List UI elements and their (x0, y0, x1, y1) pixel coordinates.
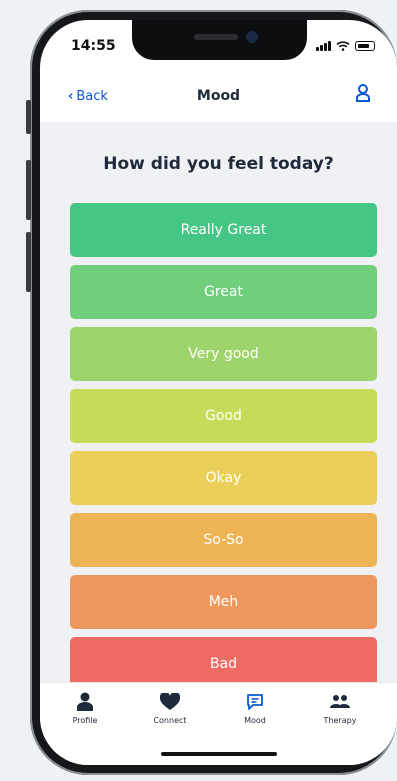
mute-switch (26, 100, 31, 134)
group-icon (330, 695, 350, 708)
mood-label: Great (204, 284, 243, 300)
mood-label: So-So (203, 532, 244, 548)
volume-down-button (26, 232, 31, 292)
mood-content: How did you feel today? Really Great Gre… (40, 122, 397, 691)
tab-label: Profile (72, 716, 98, 725)
mood-label: Good (205, 408, 242, 424)
mood-option-okay[interactable]: Okay (70, 451, 377, 505)
front-camera (246, 31, 258, 43)
mood-question: How did you feel today? (103, 154, 334, 174)
volume-up-button (26, 160, 31, 220)
tab-therapy[interactable]: Therapy (305, 691, 375, 725)
status-icons (316, 41, 375, 51)
heart-icon (160, 693, 180, 710)
mood-label: Really Great (180, 222, 267, 238)
battery-icon (355, 41, 375, 51)
tab-connect[interactable]: Connect (135, 691, 205, 725)
tab-label: Therapy (323, 716, 357, 725)
tab-mood[interactable]: Mood (220, 691, 290, 725)
stage: 14:55 ‹ Back Mood How did you feel today… (0, 0, 397, 781)
tab-label: Mood (244, 716, 266, 725)
mood-label: Meh (208, 594, 239, 610)
speaker-grille (194, 34, 238, 40)
page-title: Mood (196, 88, 241, 104)
mood-option-very-good[interactable]: Very good (70, 327, 377, 381)
signal-icon (316, 41, 331, 51)
mood-label: Very good (188, 346, 259, 362)
wifi-icon (336, 41, 350, 51)
mood-option-great[interactable]: Great (70, 265, 377, 319)
mood-option-meh[interactable]: Meh (70, 575, 377, 629)
chat-icon (247, 694, 263, 710)
tab-profile[interactable]: Profile (50, 691, 120, 725)
home-indicator (161, 752, 277, 756)
mood-label: Okay (205, 470, 242, 486)
screen: 14:55 ‹ Back Mood How did you feel today… (40, 20, 397, 765)
nav-bar: ‹ Back Mood (40, 72, 397, 122)
mood-option-good[interactable]: Good (70, 389, 377, 443)
person-icon[interactable] (355, 83, 371, 103)
mood-label: Bad (209, 656, 238, 672)
status-time: 14:55 (71, 38, 116, 54)
person-icon (77, 692, 93, 711)
mood-option-so-so[interactable]: So-So (70, 513, 377, 567)
notch (132, 20, 307, 60)
tab-label: Connect (153, 716, 187, 725)
mood-option-really-great[interactable]: Really Great (70, 203, 377, 257)
